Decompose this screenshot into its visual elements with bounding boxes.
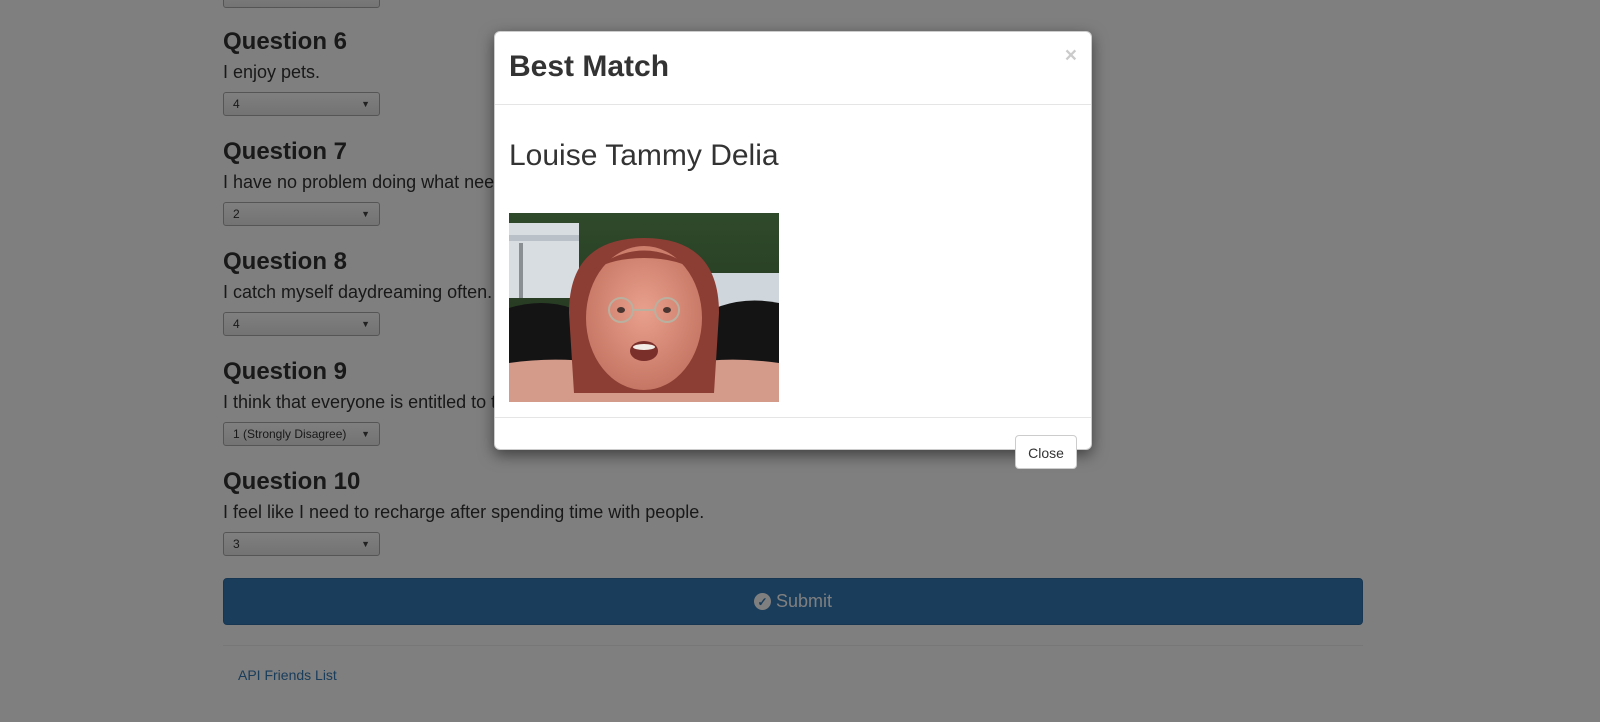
- match-name: Louise Tammy Delia: [509, 139, 779, 172]
- modal-title: Best Match: [509, 50, 670, 83]
- modal-footer: Close: [495, 419, 1091, 469]
- close-icon[interactable]: ×: [1065, 42, 1077, 70]
- match-photo: [509, 213, 779, 402]
- best-match-modal: Best Match × Louise Tammy Delia Close: [494, 31, 1092, 469]
- close-button[interactable]: Close: [1015, 435, 1077, 469]
- survey-page: Question 6 I enjoy pets. 4 ▼ Question 7 …: [0, 0, 1600, 722]
- modal-header: Best Match ×: [495, 32, 1091, 105]
- modal-body: Louise Tammy Delia: [495, 105, 1091, 418]
